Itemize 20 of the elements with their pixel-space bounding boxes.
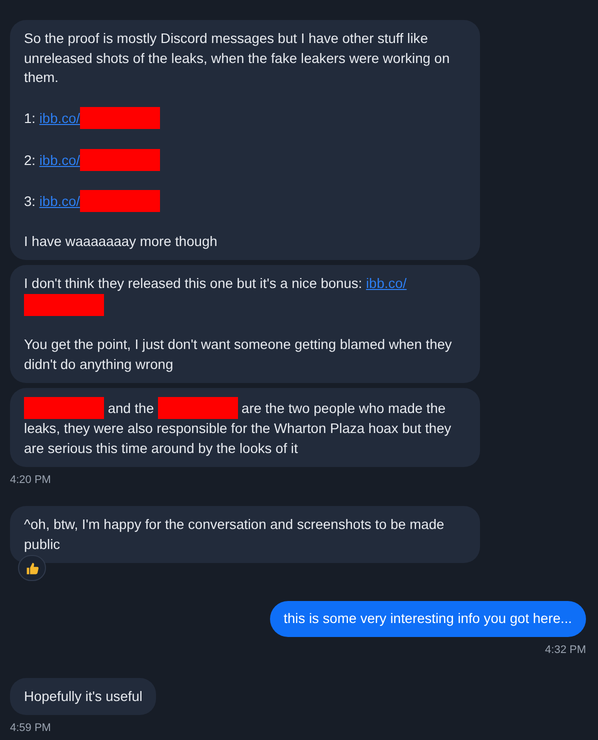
- link[interactable]: ibb.co/: [366, 276, 407, 291]
- message-text: 2: ibb.co/: [24, 148, 466, 170]
- timestamp: 4:20 PM: [10, 474, 51, 486]
- message-text: 1: ibb.co/: [24, 107, 466, 129]
- timestamp: 4:59 PM: [10, 722, 51, 734]
- message-text: and the are the two people who made the leaks, they were also responsible for the Wharton Plaza hoax but they are serious this time around by the looks of it: [24, 397, 466, 458]
- link[interactable]: ibb.co/: [39, 111, 80, 126]
- message-text: 3: ibb.co/: [24, 190, 466, 212]
- message-text: Hopefully it's useful: [24, 688, 142, 706]
- message-text: So the proof is mostly Discord messages but I have other stuff like unreleased shots of the leaks, when the fake leakers were working on them.: [24, 30, 451, 87]
- timestamp: 4:32 PM: [545, 644, 586, 656]
- message-text: this is some very interesting info you got here...: [284, 610, 572, 628]
- message-text: You get the point, I just don't want someone getting blamed when they didn't do anything wrong: [24, 336, 453, 374]
- thumbs-up-icon: [26, 562, 38, 574]
- message-text: ^oh, btw, I'm happy for the conversation and screenshots to be made public: [24, 516, 446, 554]
- message-text: I don't think they released this one but it's a nice bonus: ibb.co/: [24, 274, 466, 316]
- message-text: I have waaaaaaay more though: [24, 232, 218, 251]
- link[interactable]: ibb.co/: [39, 194, 80, 209]
- reaction-badge[interactable]: [18, 555, 46, 581]
- link[interactable]: ibb.co/: [39, 152, 80, 168]
